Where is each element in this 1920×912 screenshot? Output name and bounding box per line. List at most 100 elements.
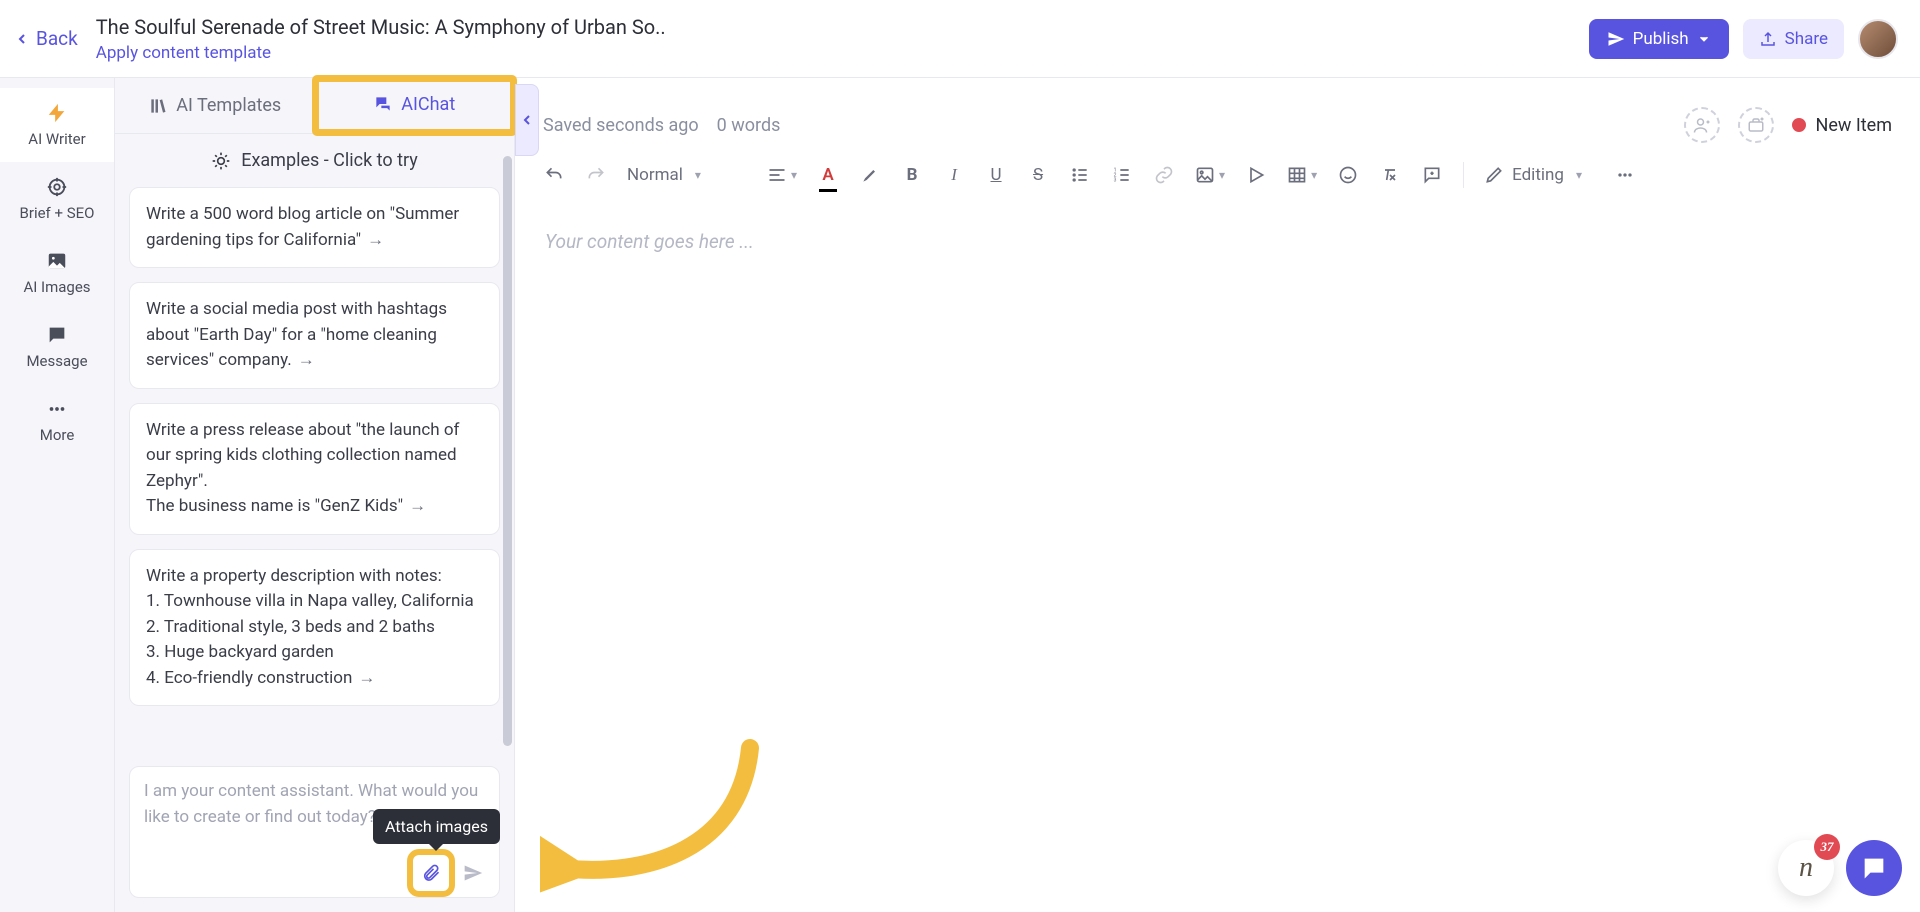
image-icon — [46, 250, 68, 272]
share-button[interactable]: Share — [1743, 19, 1844, 59]
strikethrough-button[interactable]: S — [1027, 160, 1049, 190]
editing-mode-dropdown[interactable]: Editing ▾ — [1484, 160, 1594, 190]
nav-brief-seo[interactable]: Brief + SEO — [0, 162, 114, 236]
example-card[interactable]: Write a press release about "the launch … — [129, 403, 500, 535]
chat-bubble-icon — [1860, 854, 1888, 882]
title-wrap: The Soulful Serenade of Street Music: A … — [96, 15, 1571, 63]
nav-label: Brief + SEO — [20, 204, 95, 222]
tab-ai-templates[interactable]: AI Templates — [115, 78, 315, 133]
chevron-down-icon: ▾ — [1576, 168, 1582, 182]
user-plus-icon — [1693, 116, 1711, 134]
tab-aichat[interactable]: AIChat — [315, 78, 515, 133]
bullet-list-button[interactable] — [1069, 160, 1091, 190]
undo-icon — [544, 165, 564, 185]
add-folder-button[interactable] — [1738, 107, 1774, 143]
insert-image-dropdown[interactable]: ▾ — [1195, 160, 1225, 190]
chat-input-wrap: I am your content assistant. What would … — [115, 760, 514, 912]
numbered-list-button[interactable]: 123 — [1111, 160, 1133, 190]
user-avatar[interactable] — [1858, 19, 1898, 59]
floating-buttons: n 37 — [1778, 840, 1902, 896]
document-title[interactable]: The Soulful Serenade of Street Music: A … — [96, 15, 1571, 39]
example-card[interactable]: Write a 500 word blog article on "Summer… — [129, 187, 500, 268]
send-button[interactable] — [457, 857, 489, 889]
examples-header-text: Examples - Click to try — [241, 150, 418, 171]
link-button[interactable] — [1153, 160, 1175, 190]
scrollbar-thumb[interactable] — [503, 156, 512, 746]
nav-message[interactable]: Message — [0, 310, 114, 384]
top-bar: Back The Soulful Serenade of Street Musi… — [0, 0, 1920, 78]
comment-button[interactable] — [1421, 160, 1443, 190]
highlight-button[interactable] — [859, 160, 881, 190]
content-placeholder: Your content goes here ... — [545, 230, 1890, 253]
underline-button[interactable]: U — [985, 160, 1007, 190]
comment-plus-icon — [1422, 165, 1442, 185]
status-label: New Item — [1816, 115, 1893, 136]
chevron-down-icon: ▾ — [791, 168, 797, 182]
example-text: Write a 500 word blog article on "Summer… — [146, 204, 459, 250]
editor-toolbar: Normal ▾ ▾ A B I U S 123 ▾ ▾ Editing ▾ — [543, 148, 1892, 202]
attach-tooltip: Attach images — [373, 809, 500, 844]
link-icon — [1154, 165, 1174, 185]
align-dropdown[interactable]: ▾ — [767, 160, 797, 190]
italic-button[interactable]: I — [943, 160, 965, 190]
back-label: Back — [36, 27, 78, 50]
word-count: 0 words — [717, 115, 781, 136]
send-icon — [1607, 30, 1625, 48]
apply-template-link[interactable]: Apply content template — [96, 43, 1571, 63]
tab-label: AIChat — [401, 94, 455, 115]
back-button[interactable]: Back — [14, 27, 78, 50]
play-icon — [1246, 165, 1266, 185]
insert-table-dropdown[interactable]: ▾ — [1287, 160, 1317, 190]
top-actions: Publish Share — [1589, 19, 1898, 59]
share-label: Share — [1785, 29, 1828, 49]
chevron-left-icon — [14, 31, 30, 47]
examples-list[interactable]: Write a 500 word blog article on "Summer… — [115, 187, 514, 760]
tab-label: AI Templates — [176, 95, 281, 116]
insert-video-button[interactable] — [1245, 160, 1267, 190]
left-nav: AI Writer Brief + SEO AI Images Message … — [0, 78, 115, 912]
redo-button[interactable] — [585, 160, 607, 190]
example-card[interactable]: Write a social media post with hashtags … — [129, 282, 500, 389]
chevron-down-icon — [1697, 32, 1711, 46]
support-chat-button[interactable] — [1846, 840, 1902, 896]
text-color-button[interactable]: A — [817, 160, 839, 190]
upload-icon — [1759, 30, 1777, 48]
clear-format-icon — [1380, 165, 1400, 185]
examples-header: Examples - Click to try — [115, 134, 514, 187]
emoji-button[interactable] — [1337, 160, 1359, 190]
editor: Saved seconds ago 0 words New Item Norma… — [515, 78, 1920, 912]
undo-button[interactable] — [543, 160, 565, 190]
arrow-icon: → — [409, 496, 426, 516]
table-icon — [1287, 165, 1307, 185]
attach-button[interactable] — [415, 857, 447, 889]
saved-status: Saved seconds ago — [543, 115, 699, 136]
chat-input[interactable]: I am your content assistant. What would … — [129, 766, 500, 898]
clear-format-button[interactable] — [1379, 160, 1401, 190]
example-card[interactable]: Write a property description with notes:… — [129, 549, 500, 707]
text-style-dropdown[interactable]: Normal ▾ — [627, 160, 747, 190]
nav-more[interactable]: More — [0, 384, 114, 458]
content-area[interactable]: Your content goes here ... — [543, 202, 1892, 912]
scrollbar[interactable] — [503, 156, 512, 746]
more-toolbar-button[interactable] — [1614, 160, 1636, 190]
add-collaborator-button[interactable] — [1684, 107, 1720, 143]
pencil-icon — [1484, 165, 1504, 185]
nav-ai-writer[interactable]: AI Writer — [0, 88, 114, 162]
text-style-label: Normal — [627, 165, 683, 185]
mode-label: Editing — [1512, 165, 1564, 185]
chevron-down-icon: ▾ — [1219, 168, 1225, 182]
dots-icon — [46, 398, 68, 420]
numbered-list-icon: 123 — [1112, 165, 1132, 185]
arrow-icon: → — [367, 230, 384, 250]
paperclip-icon — [421, 863, 441, 883]
notification-badge: 37 — [1814, 834, 1840, 860]
bold-button[interactable]: B — [901, 160, 923, 190]
publish-button[interactable]: Publish — [1589, 19, 1729, 59]
status-new-item[interactable]: New Item — [1792, 115, 1893, 136]
nav-label: AI Writer — [28, 130, 85, 148]
highlighter-icon — [860, 165, 880, 185]
arrow-icon: → — [358, 668, 375, 688]
nav-ai-images[interactable]: AI Images — [0, 236, 114, 310]
target-icon — [46, 176, 68, 198]
app-badge-button[interactable]: n 37 — [1778, 840, 1834, 896]
